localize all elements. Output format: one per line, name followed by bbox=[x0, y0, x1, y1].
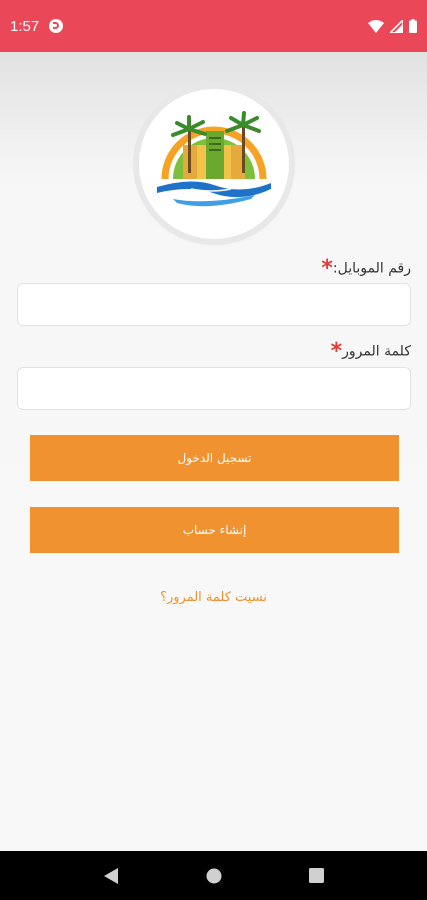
password-label: كلمة المرور* bbox=[331, 339, 411, 364]
resort-logo-icon bbox=[157, 111, 271, 207]
navigation-bar bbox=[0, 851, 427, 900]
forgot-password-link[interactable]: نسيت كلمة المرور؟ bbox=[0, 590, 427, 605]
password-label-text: كلمة المرور bbox=[342, 343, 411, 360]
back-icon[interactable] bbox=[103, 867, 119, 885]
password-input[interactable] bbox=[17, 367, 411, 410]
battery-icon bbox=[409, 19, 417, 33]
status-bar: 1:57 bbox=[0, 0, 427, 52]
signal-icon bbox=[390, 19, 403, 33]
home-icon[interactable] bbox=[206, 868, 222, 884]
mobile-label-text: رقم الموبايل: bbox=[332, 260, 411, 277]
wifi-icon bbox=[368, 19, 384, 33]
mobile-label: رقم الموبايل:* bbox=[321, 256, 411, 281]
login-button[interactable]: تسجيل الدخول bbox=[30, 435, 399, 481]
mobile-input[interactable] bbox=[17, 283, 411, 326]
status-icons bbox=[368, 19, 417, 33]
logo-ring bbox=[139, 89, 289, 239]
status-time: 1:57 bbox=[10, 17, 40, 35]
recents-icon[interactable] bbox=[308, 868, 324, 883]
register-button[interactable]: إنشاء حساب bbox=[30, 507, 399, 553]
required-marker: * bbox=[330, 339, 343, 364]
login-screen: رقم الموبايل:* كلمة المرور* تسجيل الدخول… bbox=[0, 52, 427, 851]
app-notification-icon bbox=[49, 19, 64, 33]
required-marker: * bbox=[321, 256, 333, 281]
